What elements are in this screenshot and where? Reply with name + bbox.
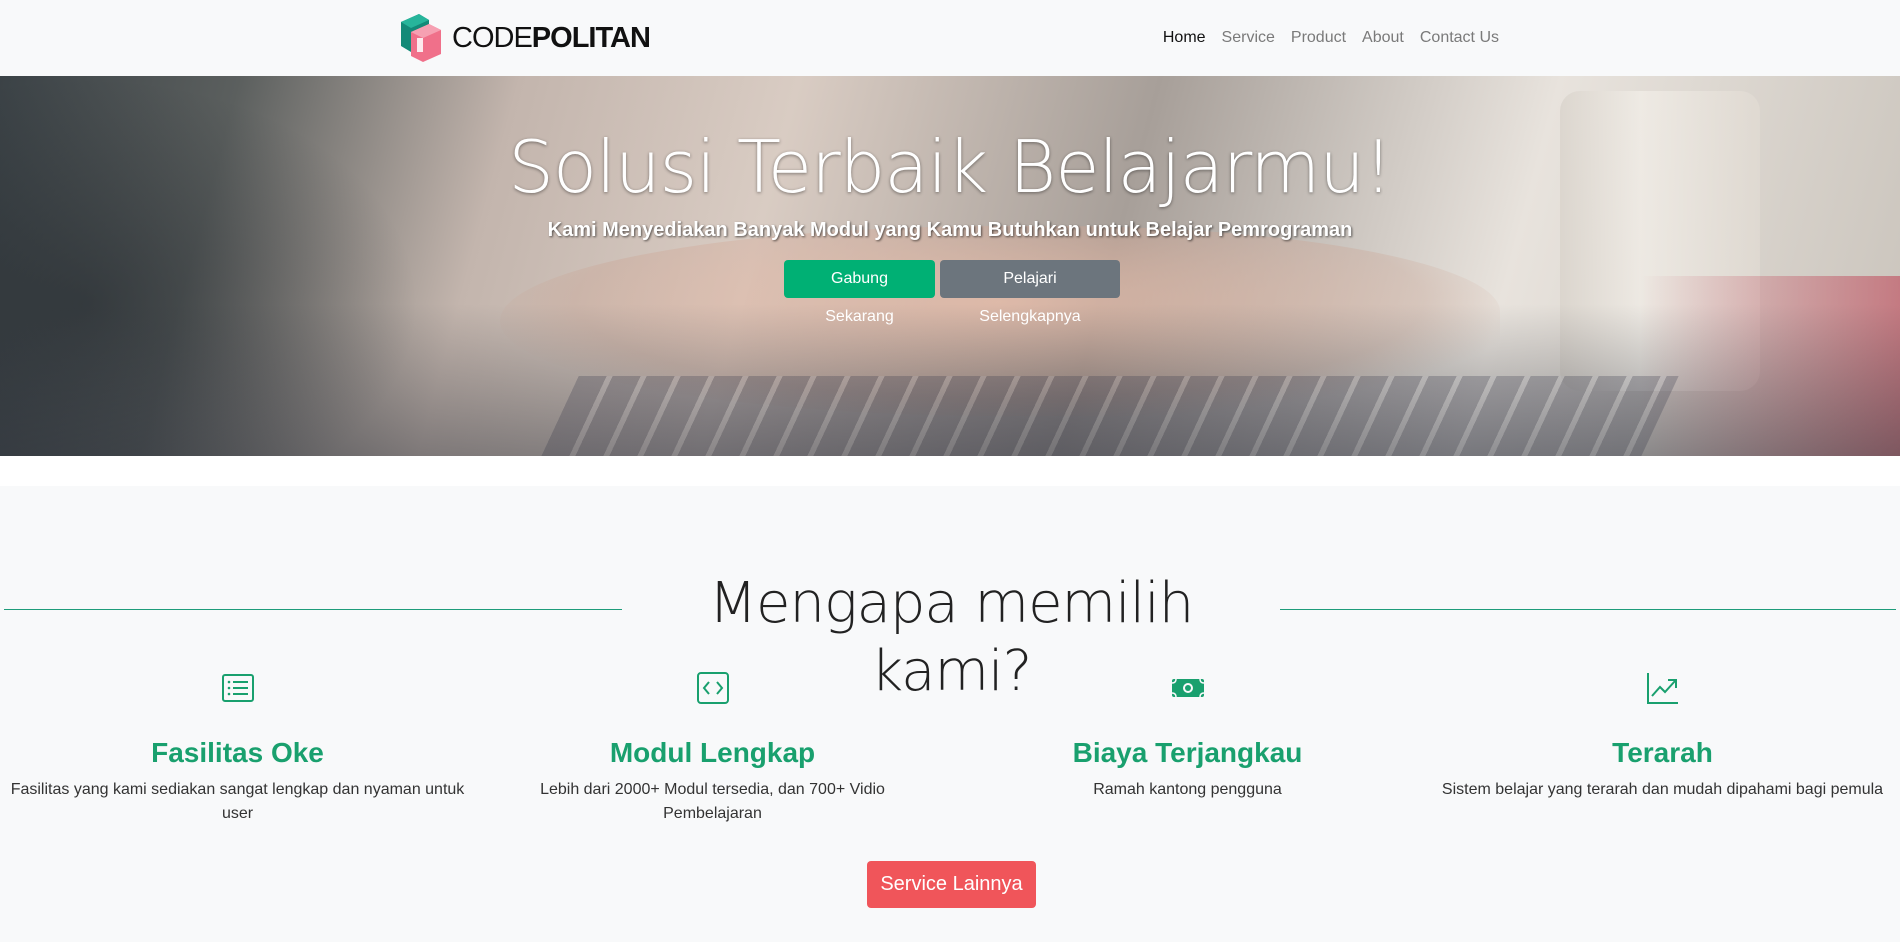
feature-card: Fasilitas Oke Fasilitas yang kami sediak… (0, 670, 475, 826)
nav-contact-link[interactable]: Contact Us (1420, 28, 1499, 48)
cash-icon (1171, 678, 1204, 698)
feature-description: Lebih dari 2000+ Modul tersedia, dan 700… (540, 781, 885, 822)
nav-home-link[interactable]: Home (1163, 28, 1206, 48)
nav-service-link[interactable]: Service (1222, 28, 1275, 48)
brand-name: CODEPOLITAN (452, 21, 651, 54)
nav-about-link[interactable]: About (1362, 28, 1404, 48)
brand-logo-link[interactable]: CODEPOLITAN (395, 12, 651, 64)
codepolitan-logo-icon (401, 14, 441, 62)
navbar: CODEPOLITAN Home Service Product About C… (0, 0, 1900, 76)
join-now-button[interactable]: Gabung Sekarang (784, 260, 935, 325)
main-nav: Home Service Product About Contact Us (1163, 28, 1499, 48)
list-icon (221, 674, 254, 702)
why-us-heading: Mengapa memilih kami? (0, 570, 1900, 704)
feature-card: Terarah Sistem belajar yang terarah dan … (1425, 670, 1900, 826)
code-square-icon (696, 672, 729, 704)
nav-product-link[interactable]: Product (1291, 28, 1346, 48)
hero-subtitle: Kami Menyediakan Banyak Modul yang Kamu … (547, 219, 1353, 241)
service-more-button[interactable]: Service Lainnya (867, 861, 1036, 908)
feature-title: Terarah (1612, 737, 1713, 768)
feature-card: Modul Lengkap Lebih dari 2000+ Modul ter… (475, 670, 950, 826)
heading-divider-left (4, 609, 622, 610)
hero-title: Solusi Terbaik Belajarmu! (508, 125, 1393, 209)
feature-title: Modul Lengkap (609, 737, 816, 768)
features-row: Fasilitas Oke Fasilitas yang kami sediak… (0, 670, 1900, 826)
feature-title: Biaya Terjangkau (1072, 737, 1303, 768)
feature-description: Ramah kantong pengguna (1093, 781, 1282, 798)
learn-more-button[interactable]: Pelajari Selengkapnya (940, 260, 1120, 325)
feature-description: Sistem belajar yang terarah dan mudah di… (1441, 781, 1884, 798)
section-separator (0, 456, 1900, 486)
heading-divider-right (1280, 609, 1896, 610)
feature-description: Fasilitas yang kami sediakan sangat leng… (10, 781, 465, 822)
graph-up-arrow-icon (1646, 673, 1678, 704)
hero-buttons: Gabung Sekarang Pelajari Selengkapnya (784, 260, 1120, 325)
hero-jumbotron: Solusi Terbaik Belajarmu! Kami Menyediak… (0, 76, 1900, 456)
feature-title: Fasilitas Oke (151, 737, 324, 768)
feature-card: Biaya Terjangkau Ramah kantong pengguna (950, 670, 1425, 826)
